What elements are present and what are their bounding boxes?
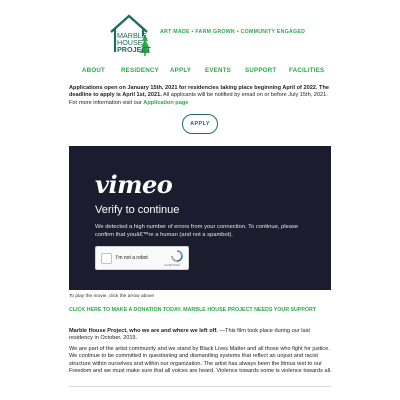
logo-text-project: PROJECT (117, 45, 152, 54)
nav-item-support[interactable]: SUPPORT (245, 67, 276, 74)
marble-house-logo[interactable]: MARBLE HOUSE PROJECT (107, 12, 155, 60)
verify-title: Verify to continue (95, 204, 180, 216)
divider (69, 386, 331, 387)
vimeo-embed[interactable]: vimeo Verify to continue We detected a h… (69, 146, 331, 290)
recaptcha-icon (171, 250, 183, 262)
nav-item-about[interactable]: ABOUT (82, 67, 105, 74)
about-film-paragraph: Marble House Project, who we are and whe… (69, 328, 335, 343)
application-notice: Applications open on January 15th, 2021 … (69, 85, 335, 107)
nav-item-events[interactable]: EVENTS (205, 67, 231, 74)
about-film-heading: Marble House Project, who we are and whe… (69, 328, 218, 334)
application-page-link[interactable]: Application page (143, 100, 188, 106)
site-tagline: ART MADE • FARM GROWN • COMMUNITY ENGAGE… (160, 29, 306, 35)
nav-item-residency[interactable]: RESIDENCY (121, 67, 159, 74)
recaptcha-widget: I'm not a robot reCAPTCHA (95, 246, 189, 270)
vimeo-logo: vimeo (95, 170, 173, 199)
verify-message: We detected a high number of errors from… (95, 224, 299, 238)
video-caption: To play the movie, click the arrow above (69, 294, 155, 299)
site-header: MARBLE HOUSE PROJECT ART MADE • FARM GRO… (0, 0, 400, 62)
nav-item-apply[interactable]: APPLY (170, 67, 191, 74)
statement-paragraph: We are part of the artist community and … (69, 346, 332, 375)
captcha-label: I'm not a robot (116, 255, 148, 261)
apply-button[interactable]: APPLY (182, 114, 218, 134)
recaptcha-brand: reCAPTCHA (164, 263, 180, 267)
donation-link[interactable]: CLICK HERE TO MAKE A DONATION TODAY. MAR… (69, 307, 316, 313)
main-navigation: ABOUT RESIDENCY APPLY EVENTS SUPPORT FAC… (0, 67, 400, 77)
captcha-checkbox[interactable] (101, 253, 112, 264)
nav-item-facilities[interactable]: FACILITIES (289, 67, 324, 74)
